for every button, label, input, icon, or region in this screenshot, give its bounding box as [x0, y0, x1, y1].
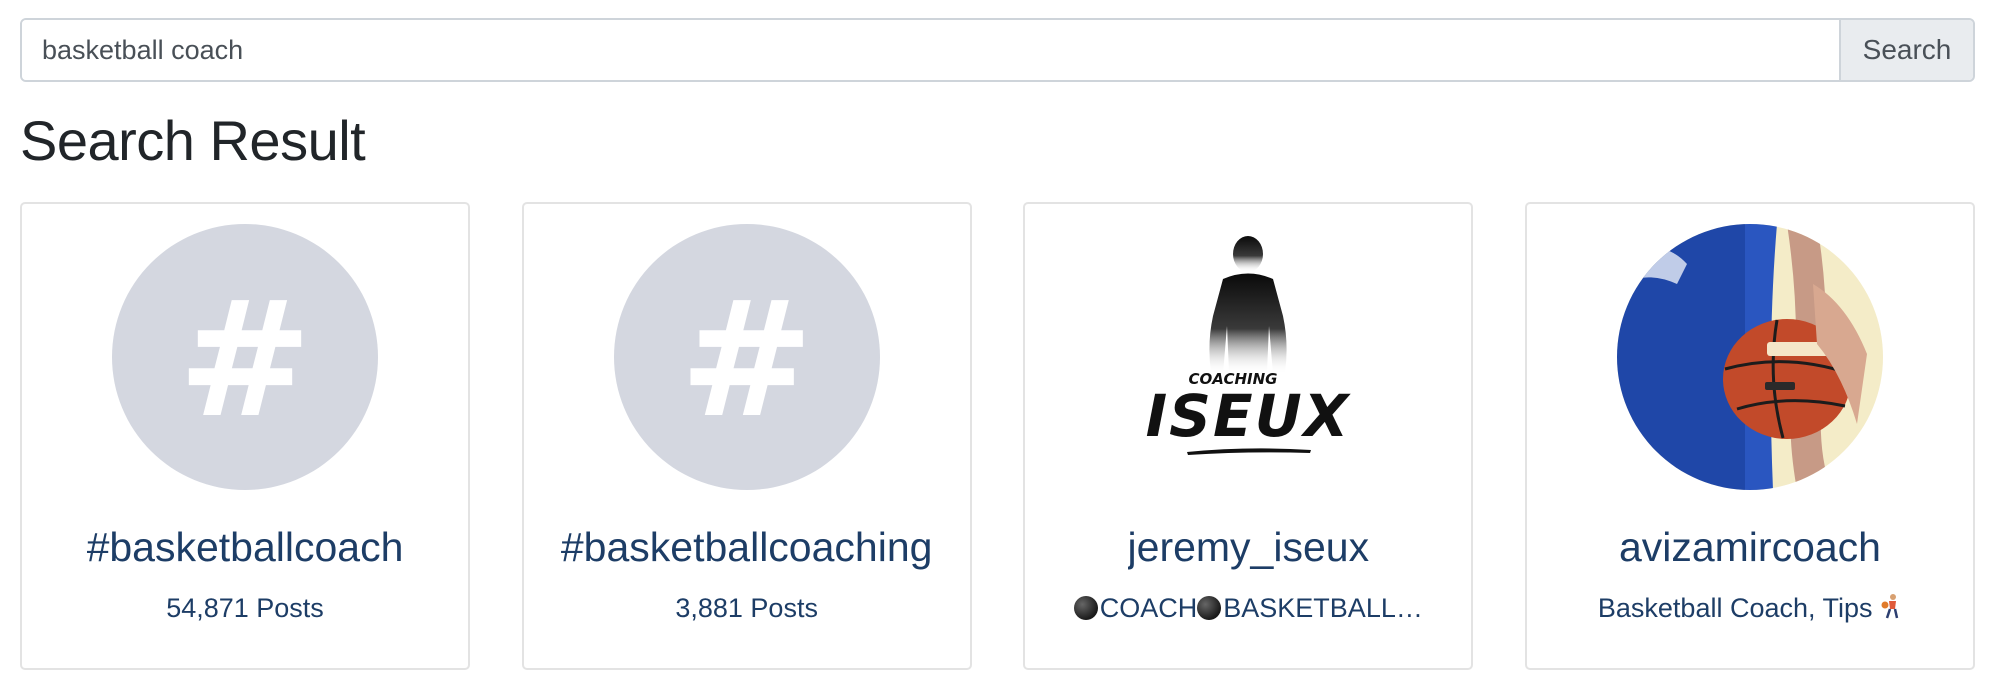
- result-card-user[interactable]: COACHING ISEUX jeremy_iseux COACH BASKETB…: [1023, 202, 1474, 670]
- coaching-iseux-logo: COACHING ISEUX: [1146, 236, 1352, 455]
- page-title: Search Result: [20, 109, 366, 172]
- black-circle-icon: [1197, 596, 1222, 620]
- hashtag-avatar: #: [112, 224, 378, 490]
- user-avatar: COACHING ISEUX: [1115, 224, 1382, 490]
- result-card-hashtag[interactable]: # #basketballcoach 54,871 Posts: [20, 202, 470, 670]
- logo-text-large: ISEUX: [1146, 382, 1352, 450]
- search-input[interactable]: [22, 20, 1839, 80]
- result-bio: COACH BASKETBALL…: [1073, 593, 1423, 624]
- hashtag-icon: #: [177, 266, 313, 453]
- bio-part: BASKETBALL…: [1223, 593, 1423, 623]
- result-title[interactable]: #basketballcoaching: [561, 524, 933, 571]
- result-title[interactable]: avizamircoach: [1619, 524, 1881, 571]
- basketball-photo: [1616, 224, 1883, 490]
- result-title[interactable]: #basketballcoach: [87, 524, 404, 571]
- result-post-count: 3,881 Posts: [675, 593, 818, 623]
- bio-part: COACH: [1099, 593, 1198, 623]
- basketball-player-icon: [1881, 594, 1899, 619]
- bio-text: Basketball Coach, Tips: [1597, 593, 1873, 623]
- search-bar: Search: [20, 18, 1975, 82]
- result-card-user[interactable]: avizamircoach Basketball Coach, Tips: [1524, 202, 1975, 670]
- search-button[interactable]: Search: [1839, 20, 1973, 80]
- hashtag-icon: #: [679, 266, 814, 453]
- result-post-count: 54,871 Posts: [166, 593, 324, 623]
- result-bio: Basketball Coach, Tips: [1598, 593, 1902, 624]
- result-card-hashtag[interactable]: # #basketballcoaching 3,881 Posts: [521, 202, 972, 670]
- results-list: # #basketballcoach 54,871 Posts # #baske…: [20, 202, 1975, 670]
- hashtag-avatar: #: [613, 224, 880, 490]
- black-circle-icon: [1073, 596, 1098, 620]
- result-title[interactable]: jeremy_iseux: [1128, 524, 1370, 571]
- user-avatar: [1616, 224, 1883, 490]
